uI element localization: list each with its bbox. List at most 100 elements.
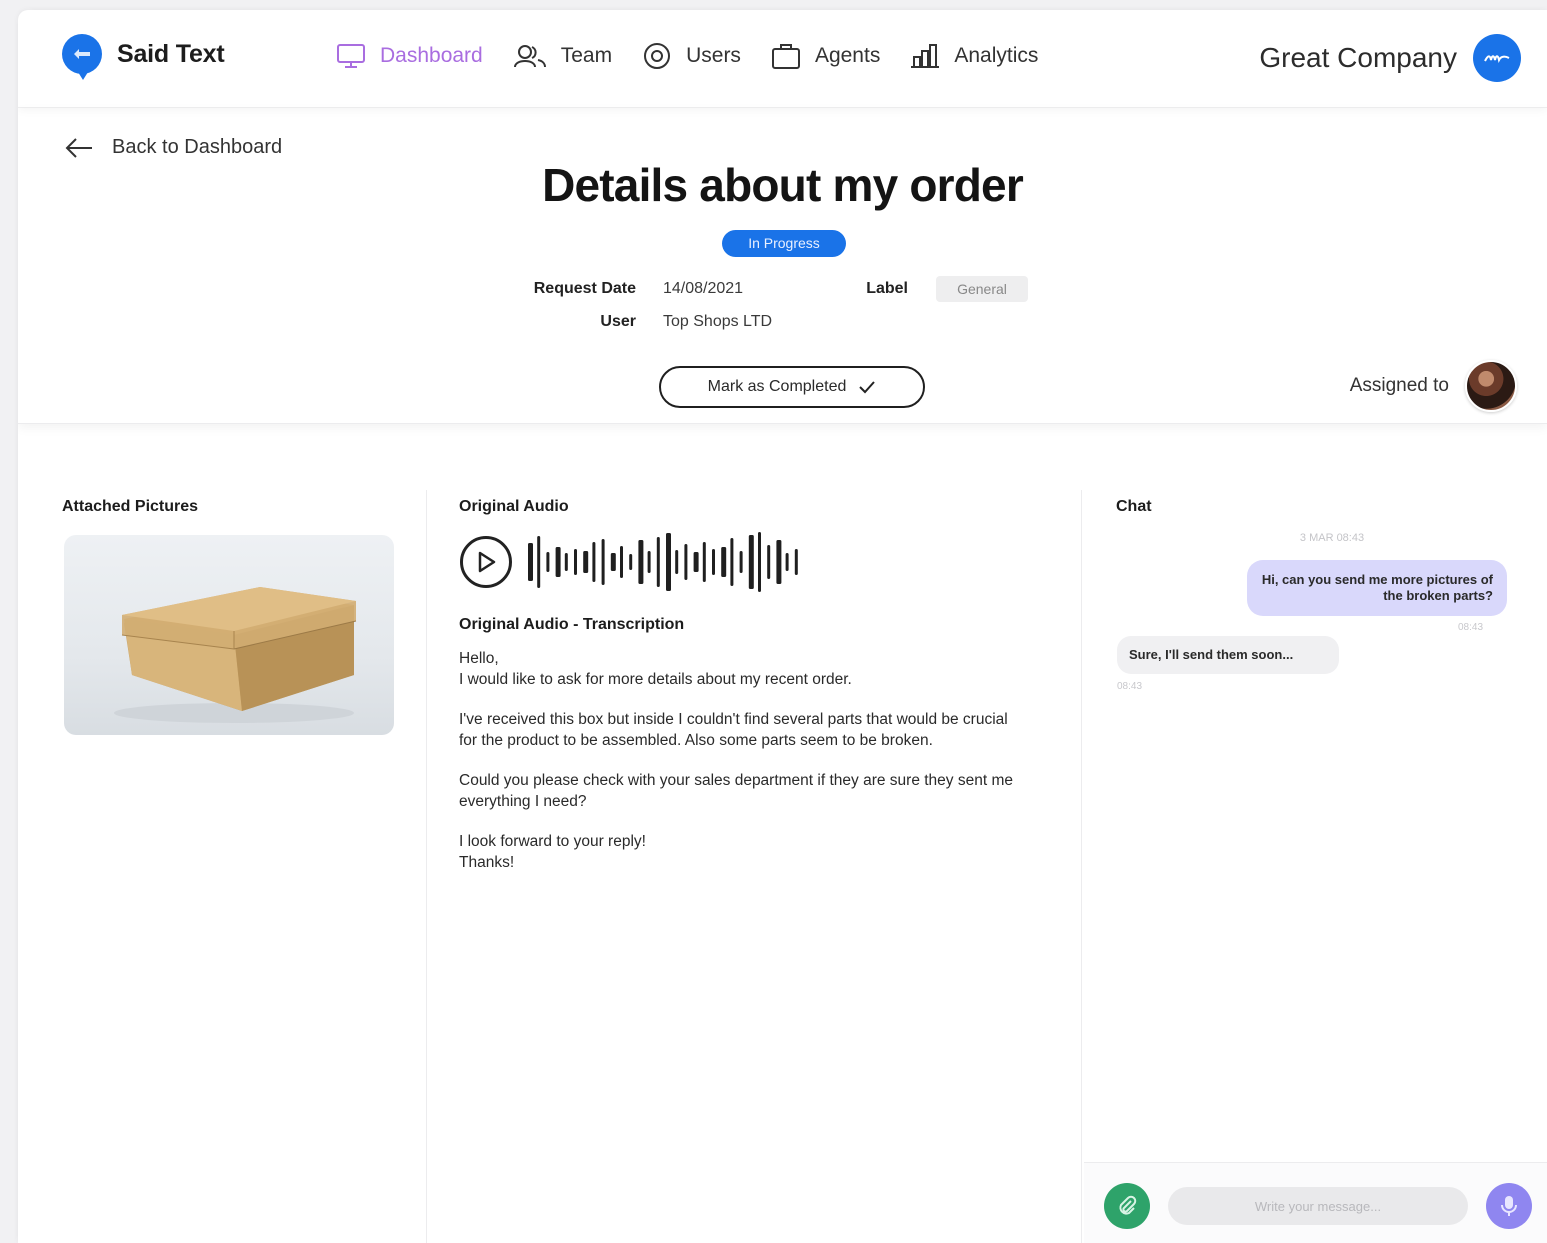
waveform-bar xyxy=(666,533,671,591)
back-link-label: Back to Dashboard xyxy=(112,136,283,158)
team-icon xyxy=(513,45,546,68)
waveform-bar xyxy=(675,550,679,574)
transcript-line: Thanks! xyxy=(459,853,515,871)
briefcase-icon xyxy=(771,44,800,69)
transcription-title: Original Audio - Transcription xyxy=(459,616,685,633)
waveform-bar xyxy=(564,553,568,571)
checkmark-icon xyxy=(859,381,876,394)
monitor-icon xyxy=(337,44,365,68)
chat-message-time: 08:43 xyxy=(1117,681,1143,692)
original-audio-title: Original Audio xyxy=(459,498,569,515)
play-audio-button[interactable] xyxy=(460,536,512,588)
main-nav: Dashboard Team Users Agents Analytics xyxy=(336,41,1068,71)
back-to-dashboard-link[interactable]: Back to Dashboard xyxy=(64,136,282,159)
nav-label-users: Users xyxy=(686,44,741,67)
top-navigation: Said Text Dashboard Team Users Agents An… xyxy=(18,10,1547,108)
nav-label-agents: Agents xyxy=(814,44,881,67)
waveform-bar xyxy=(684,544,688,580)
column-divider xyxy=(426,490,427,1243)
chat-message-outgoing: Hi, can you send me more pictures of the… xyxy=(1247,560,1507,616)
nav-label-dashboard: Dashboard xyxy=(380,44,483,67)
chat-message-time: 08:43 xyxy=(1458,622,1484,633)
attach-file-button[interactable] xyxy=(1104,1183,1150,1229)
waveform-bar xyxy=(647,551,651,573)
nav-label-team: Team xyxy=(560,44,613,67)
bar-chart-icon xyxy=(911,44,940,68)
waveform-bar xyxy=(712,549,715,575)
request-header: Back to Dashboard Details about my order… xyxy=(18,108,1547,424)
transcript-paragraph: I've received this box but inside I coul… xyxy=(459,711,1008,749)
company-avatar[interactable] xyxy=(1473,34,1521,82)
waveform-bar xyxy=(583,551,589,573)
waveform-bar xyxy=(730,538,734,586)
waveform-bar xyxy=(721,547,727,577)
waveform-bar xyxy=(574,549,577,575)
request-date-label: Request Date xyxy=(533,280,636,297)
chat-message-incoming: Sure, I'll send them soon... xyxy=(1117,636,1339,674)
chat-title: Chat xyxy=(1116,498,1152,515)
transcription-text: Hello, I would like to ask for more deta… xyxy=(459,649,1029,873)
transcript-paragraph: Could you please check with your sales d… xyxy=(459,772,1013,810)
waveform-bar xyxy=(776,540,782,584)
audio-waveform[interactable] xyxy=(526,530,806,594)
attached-pictures-title: Attached Pictures xyxy=(62,498,199,515)
nav-item-team[interactable]: Team xyxy=(513,43,612,69)
waveform-bar xyxy=(758,532,761,592)
waveform-bar xyxy=(629,554,633,570)
label-label: Label xyxy=(866,280,908,297)
waveform-bar xyxy=(555,547,561,577)
waveform-bar xyxy=(785,553,789,571)
nav-item-users[interactable]: Users xyxy=(642,41,741,71)
company-switcher[interactable]: Great Company xyxy=(1259,34,1521,82)
paperclip-icon xyxy=(1119,1195,1137,1215)
brand-name: Said Text xyxy=(117,39,225,68)
status-badge: In Progress xyxy=(722,230,846,257)
waveform-bar xyxy=(610,553,616,571)
signature-icon xyxy=(1484,55,1510,64)
waveform-bar xyxy=(601,539,605,585)
nav-item-analytics[interactable]: Analytics xyxy=(910,42,1038,70)
waveform-bar xyxy=(537,536,541,588)
waveform-bar xyxy=(693,552,699,572)
chat-date: 3 MAR 08:43 xyxy=(1299,532,1365,544)
brand[interactable]: Said Text xyxy=(62,34,225,80)
waveform-bar xyxy=(592,542,596,582)
user-label: User xyxy=(600,313,636,330)
nav-item-dashboard[interactable]: Dashboard xyxy=(336,42,483,70)
assigned-to-label: Assigned to xyxy=(1349,375,1449,396)
waveform-bar xyxy=(546,552,550,572)
arrow-left-icon xyxy=(65,137,92,158)
waveform-bar xyxy=(656,537,660,587)
users-icon xyxy=(644,43,671,69)
waveform-bar xyxy=(620,546,623,578)
attached-picture-box[interactable] xyxy=(64,535,394,735)
waveform-bar xyxy=(794,549,798,575)
play-icon xyxy=(478,551,496,573)
transcript-line: Hello, xyxy=(459,650,499,667)
app-window: Said Text Dashboard Team Users Agents An… xyxy=(18,10,1547,1243)
chat-composer xyxy=(1084,1162,1547,1243)
waveform-bar xyxy=(638,540,644,584)
mark-as-completed-label: Mark as Completed xyxy=(707,378,847,395)
page-title: Details about my order xyxy=(542,159,1024,211)
nav-label-analytics: Analytics xyxy=(954,44,1039,67)
request-date-value: 14/08/2021 xyxy=(663,280,744,297)
column-divider xyxy=(1081,490,1082,1243)
waveform-bar xyxy=(528,543,533,581)
waveform-bar xyxy=(748,535,754,589)
mark-as-completed-button[interactable]: Mark as Completed xyxy=(659,366,925,408)
transcript-line: I would like to ask for more details abo… xyxy=(459,670,852,688)
company-name: Great Company xyxy=(1259,42,1457,73)
waveform-bar xyxy=(767,545,771,579)
chat-message-input[interactable] xyxy=(1168,1187,1468,1225)
assigned-to[interactable]: Assigned to xyxy=(1350,360,1517,412)
label-chip: General xyxy=(936,276,1028,302)
waveform-bar xyxy=(702,542,706,582)
user-value: Top Shops LTD xyxy=(663,313,773,330)
cardboard-box-image xyxy=(114,587,357,723)
brand-logo-icon xyxy=(62,34,102,80)
nav-item-agents[interactable]: Agents xyxy=(771,42,880,70)
transcript-line: I look forward to your reply! xyxy=(459,833,646,850)
voice-message-button[interactable] xyxy=(1486,1183,1532,1229)
assignee-avatar[interactable] xyxy=(1465,360,1517,412)
